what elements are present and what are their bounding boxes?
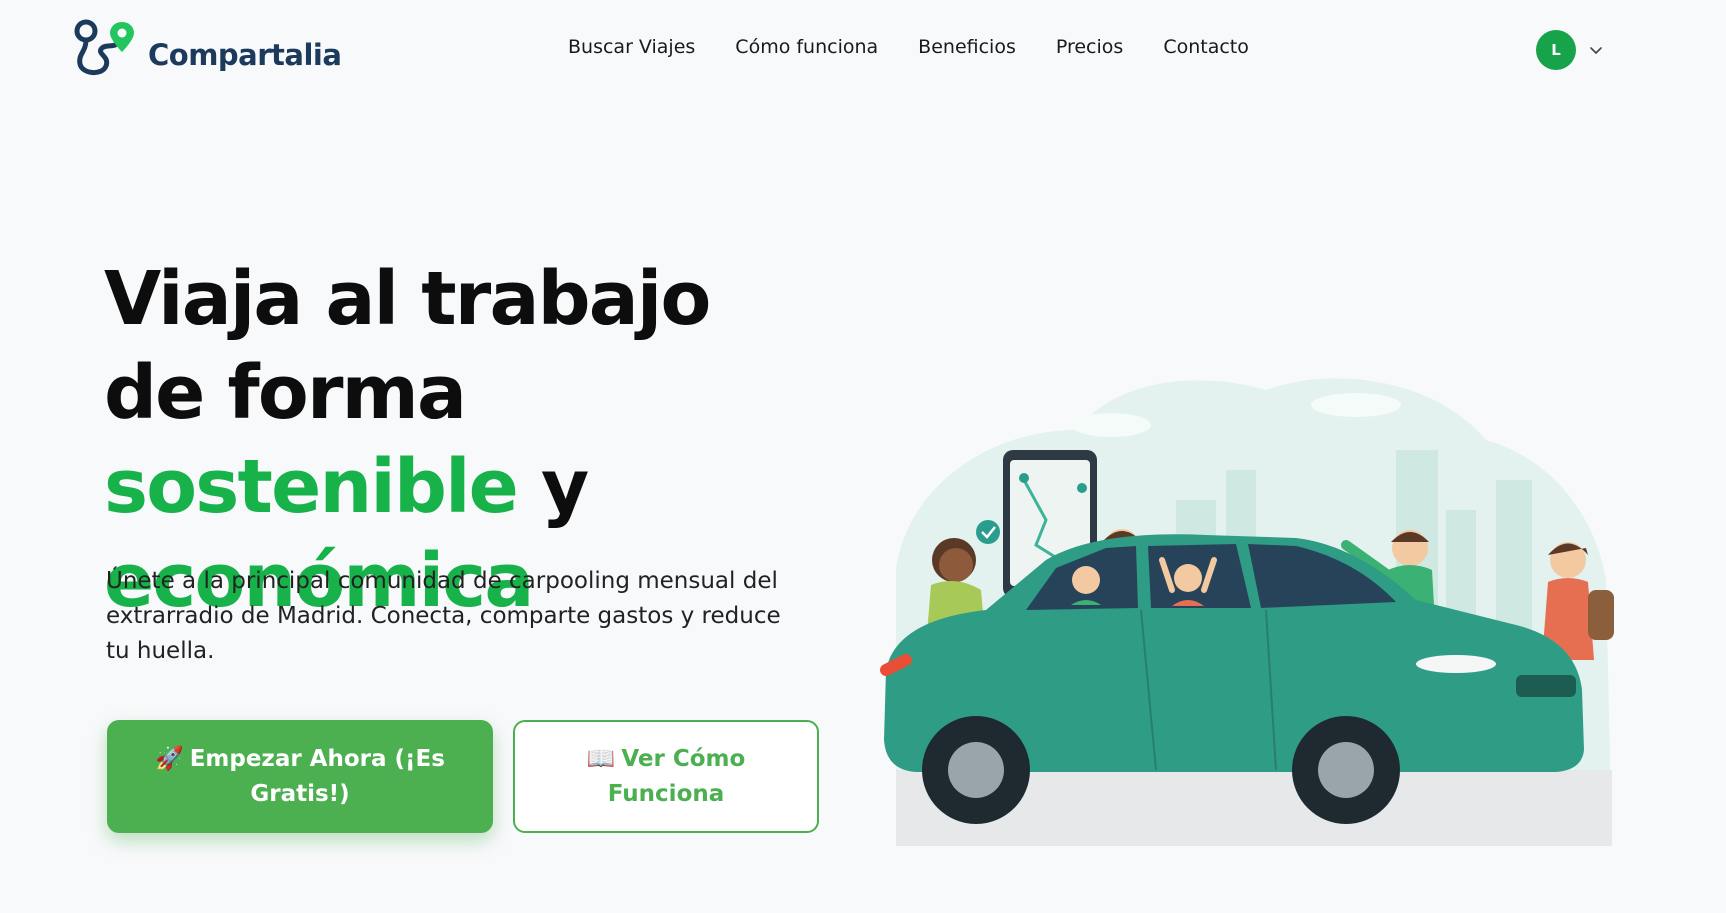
nav-como-funciona[interactable]: Cómo funciona	[735, 36, 878, 58]
user-menu[interactable]: L	[1536, 30, 1604, 70]
chevron-down-icon[interactable]	[1588, 42, 1604, 58]
site-header: Compartalia Buscar Viajes Cómo funciona …	[0, 0, 1726, 100]
avatar[interactable]: L	[1536, 30, 1576, 70]
nav-beneficios[interactable]: Beneficios	[918, 36, 1016, 58]
start-now-label: Empezar Ahora (¡Es Gratis!)	[189, 745, 445, 807]
see-how-it-works-button[interactable]: 📖 Ver Cómo Funciona	[513, 720, 819, 833]
hero-title-part2: y	[517, 444, 589, 530]
see-how-label: Ver Cómo Funciona	[607, 745, 746, 807]
book-icon: 📖	[586, 745, 616, 772]
nav-contacto[interactable]: Contacto	[1163, 36, 1249, 58]
hero-title-part1: Viaja al trabajo de forma	[104, 256, 711, 436]
main-nav: Buscar Viajes Cómo funciona Beneficios P…	[568, 36, 1249, 58]
route-pin-logo-icon	[74, 19, 134, 75]
rocket-icon: 🚀	[155, 745, 184, 772]
hero-subtitle: Únete a la principal comunidad de carpoo…	[106, 568, 781, 664]
carpool-illustration	[880, 378, 1614, 846]
nav-precios[interactable]: Precios	[1056, 36, 1123, 58]
brand-name: Compartalia	[148, 38, 342, 72]
hero-title-highlight-sostenible: sostenible	[104, 444, 519, 530]
logo[interactable]: Compartalia	[72, 18, 342, 82]
nav-buscar-viajes[interactable]: Buscar Viajes	[568, 36, 695, 58]
start-now-button[interactable]: 🚀 Empezar Ahora (¡Es Gratis!)	[107, 720, 493, 833]
